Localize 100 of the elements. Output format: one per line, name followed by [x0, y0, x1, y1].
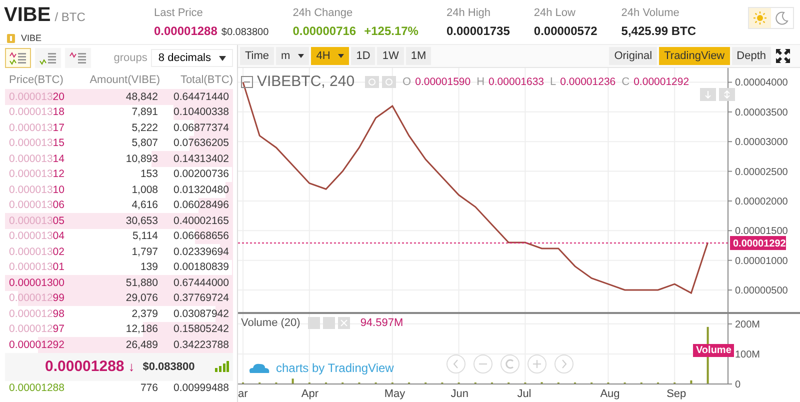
chart-nav-icon[interactable] [527, 354, 547, 374]
ask-total: 0.06668656 [172, 230, 229, 242]
ask-total: 0.07636205 [172, 137, 229, 150]
current-price-tag: 0.00001292 [730, 236, 786, 250]
bid-amount: 776 [139, 382, 158, 394]
ohlc-key: O [402, 76, 412, 88]
volume-tag: Volume [693, 344, 734, 357]
ask-price: 0.00001317 [9, 122, 66, 134]
collapse-icon[interactable] [241, 76, 253, 88]
ask-row[interactable]: 0.00001300 51,880 0.67444000 [5, 275, 233, 290]
sun-icon [753, 11, 767, 25]
stat-label: 24h High [446, 7, 492, 19]
stat-value: 0.00001288 [154, 24, 218, 38]
ohlc-key: H [476, 76, 485, 88]
chart-nav-icon[interactable] [500, 354, 520, 374]
ask-amount: 139 [139, 261, 158, 274]
ohlc-value: 0.00001633 [488, 76, 544, 88]
chart-nav-icon[interactable] [446, 354, 466, 374]
ask-price: 0.00001314 [9, 152, 66, 165]
stat-label: 24h Low [534, 7, 576, 19]
ask-total: 0.15805242 [172, 323, 229, 336]
time-axis-label: ar [238, 388, 248, 400]
interval-tab[interactable]: Time [240, 47, 274, 65]
ask-row[interactable]: 0.00001318 7,891 0.10400338 [5, 104, 233, 120]
ask-amount: 5,807 [130, 137, 158, 150]
interval-tab[interactable]: 4H [311, 47, 350, 65]
stat-value: 5,425.99 BTC [621, 24, 696, 38]
market-symbol: VIBE [4, 4, 51, 27]
ask-amount: 51,880 [124, 276, 158, 289]
chart-view-tab[interactable]: TradingView [659, 47, 730, 65]
ask-price: 0.00001299 [9, 292, 66, 304]
ask-amount: 26,489 [124, 338, 158, 351]
ask-row[interactable]: 0.00001304 5,114 0.06668656 [5, 228, 233, 244]
volume-bar [690, 380, 692, 384]
price-axis-label: 0.00001000 [728, 256, 788, 267]
volume-title: Volume (20) [241, 317, 300, 329]
stat-extra: $0.083800 [221, 27, 269, 38]
y-tick-label: 100M [735, 349, 760, 360]
ask-amount: 1,008 [130, 184, 158, 196]
indicator-controls-icon[interactable] [308, 317, 352, 329]
chart-nav-icon[interactable] [554, 354, 574, 374]
ask-amount: 5,114 [132, 230, 158, 242]
ask-price: 0.00001298 [9, 308, 66, 320]
decimals-select[interactable]: 8 decimals [151, 49, 233, 67]
signal-icon [215, 361, 229, 372]
quote-currency: / BTC [54, 10, 86, 24]
ask-row[interactable]: 0.00001299 29,076 0.37769724 [5, 290, 233, 306]
ask-amount: 29,076 [124, 292, 158, 304]
settings-icon[interactable] [364, 76, 397, 88]
ask-row[interactable]: 0.00001320 48,842 0.64471440 [5, 89, 233, 104]
last-price: 0.00001288 [45, 358, 124, 375]
ask-total: 0.67444000 [172, 276, 229, 289]
order-book-icon [9, 52, 27, 64]
ohlc-value: 0.00001292 [634, 76, 690, 88]
order-book-icon [39, 52, 57, 64]
chart-view-tab[interactable]: Original [609, 47, 658, 65]
volume-axis-label: 0 [728, 380, 741, 390]
ref-line-label: 0.00001292 [733, 238, 786, 250]
ohlc-key: C [622, 76, 630, 88]
price-axis-label: 0.00001500 [728, 226, 788, 238]
interval-tab[interactable]: m [276, 47, 310, 65]
ask-total: 0.14313402 [172, 152, 229, 165]
ask-total: 0.01320480 [172, 184, 229, 196]
book-view-button[interactable] [5, 48, 31, 68]
column-header: Price(BTC) [9, 74, 64, 86]
ask-row[interactable]: 0.00001305 30,653 0.40002165 [5, 213, 233, 228]
interval-tab[interactable]: 1W [377, 47, 404, 65]
ask-price: 0.00001297 [9, 323, 66, 336]
ask-amount: 1,797 [130, 246, 158, 258]
last-price-usd: $0.083800 [142, 360, 195, 372]
stat-value: 0.00000572 [534, 24, 598, 38]
price-axis-label: 0.00003000 [728, 137, 788, 148]
interval-tab[interactable]: 1M [406, 47, 432, 65]
interval-tab[interactable]: 1D [351, 47, 376, 65]
time-axis-label: Jun [450, 388, 469, 400]
stat-label: Last Price [154, 7, 204, 19]
ask-price: 0.00001301 [9, 261, 66, 274]
ask-price: 0.00001320 [9, 90, 66, 103]
symbol-title: VIBEBTC, 240 [257, 73, 355, 90]
scale-icon[interactable] [700, 88, 736, 101]
ask-price: 0.00001310 [9, 184, 66, 196]
ask-price: 0.00001304 [9, 230, 66, 242]
price-axis-label: 0.00004000 [728, 78, 788, 89]
fullscreen-icon[interactable] [776, 49, 790, 63]
time-axis-label: May [384, 388, 406, 400]
theme-button[interactable] [749, 8, 771, 28]
time-axis-label: Sep [666, 388, 686, 400]
book-view-button[interactable] [65, 48, 91, 68]
ohlc-value: 0.00001590 [415, 76, 471, 88]
ask-amount: 4,616 [130, 199, 158, 212]
ask-price: 0.00001318 [9, 106, 66, 118]
ask-amount: 12,186 [124, 323, 158, 336]
ask-price: 0.00001312 [9, 168, 66, 180]
book-view-button[interactable] [35, 48, 61, 68]
ask-price: 0.00001300 [9, 276, 66, 289]
ask-amount: 5,222 [130, 122, 158, 134]
chart-nav-icon[interactable] [473, 354, 493, 374]
stat-value: 0.00001735 [446, 24, 510, 38]
time-axis-label: Jul [517, 388, 532, 400]
chart-view-tab[interactable]: Depth [732, 47, 771, 65]
